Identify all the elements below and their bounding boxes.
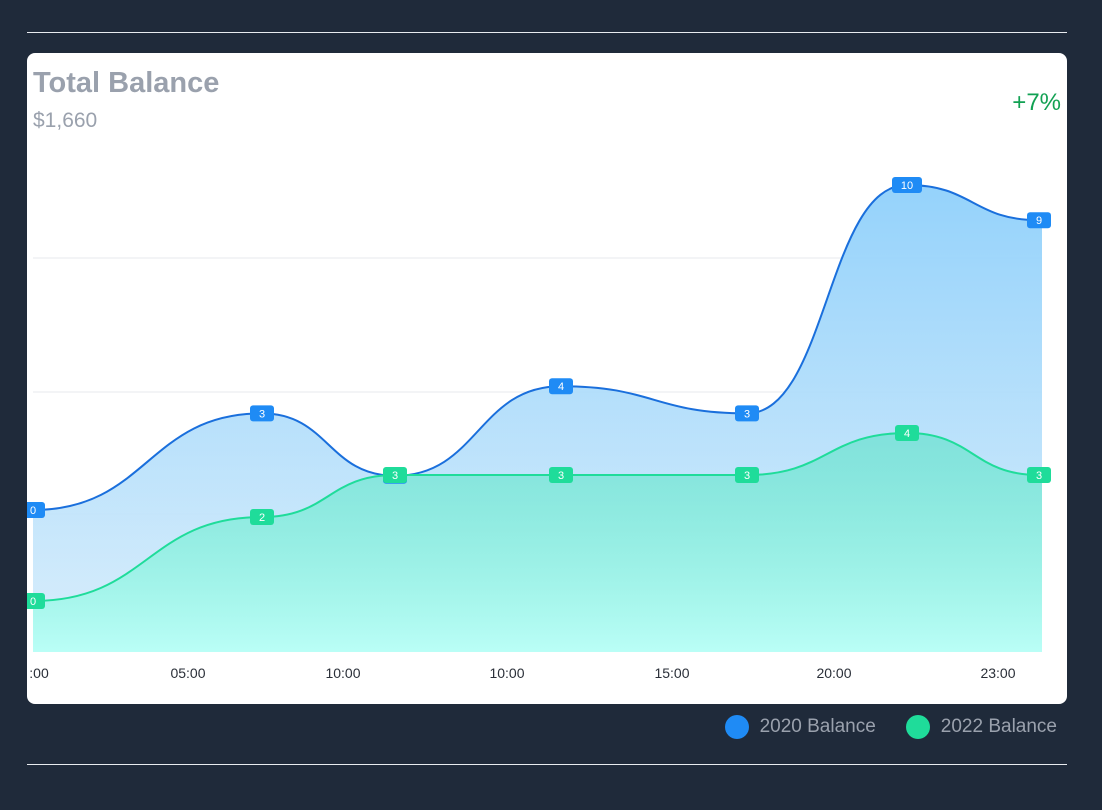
svg-text:4: 4 [558, 381, 564, 393]
data-label-series-a-1: 3 [250, 405, 274, 422]
svg-text:3: 3 [1036, 470, 1042, 482]
data-label-series-b-0: 0 [27, 593, 45, 609]
svg-text:10: 10 [901, 180, 913, 192]
svg-text:0: 0 [30, 596, 36, 608]
data-label-series-b-1: 2 [250, 509, 274, 525]
legend-label-series-a: 2020 Balance [759, 716, 876, 737]
data-label-series-a-0: 0 [27, 502, 45, 518]
x-tick-label-6: 23:00 [980, 665, 1015, 681]
x-tick-label-1: 05:00 [170, 665, 205, 681]
svg-text:0: 0 [30, 505, 36, 517]
svg-text:3: 3 [392, 470, 398, 482]
chart-legend: 2020 Balance 2022 Balance [695, 715, 1057, 739]
svg-text:3: 3 [744, 470, 750, 482]
x-tick-label-4: 15:00 [654, 665, 689, 681]
legend-swatch-series-b [905, 715, 930, 739]
top-divider [27, 32, 1067, 33]
svg-text:2: 2 [259, 512, 265, 524]
legend-swatch-series-a [724, 715, 749, 739]
x-tick-label-5: 20:00 [816, 665, 851, 681]
change-percent: +7% [1012, 89, 1061, 116]
svg-text:3: 3 [558, 470, 564, 482]
data-label-series-b-4: 3 [735, 467, 759, 483]
card-title: Total Balance [33, 67, 220, 99]
svg-text:3: 3 [259, 408, 265, 420]
data-label-series-a-5: 10 [892, 177, 922, 193]
area-chart: 031431090233343:0005:0010:0010:0015:0020… [27, 177, 1051, 681]
data-label-series-b-3: 3 [549, 467, 573, 483]
svg-text:9: 9 [1036, 215, 1042, 227]
data-label-series-b-5: 4 [895, 425, 919, 441]
data-label-series-b-2: 3 [383, 467, 407, 483]
legend-item-series-b[interactable]: 2022 Balance [905, 715, 1057, 739]
data-label-series-b-6: 3 [1027, 467, 1051, 483]
data-label-series-a-4: 3 [735, 405, 759, 422]
x-tick-label-2: 10:00 [325, 665, 360, 681]
x-tick-label-0: :00 [29, 665, 49, 681]
total-amount: $1,660 [33, 109, 98, 132]
data-label-series-a-3: 4 [549, 378, 573, 395]
svg-text:4: 4 [904, 428, 910, 440]
data-label-series-a-6: 9 [1027, 212, 1051, 229]
svg-text:3: 3 [744, 408, 750, 420]
bottom-divider [27, 764, 1067, 765]
balance-card: 031431090233343:0005:0010:0010:0015:0020… [27, 53, 1067, 704]
legend-item-series-a[interactable]: 2020 Balance [724, 715, 876, 739]
x-tick-label-3: 10:00 [489, 665, 524, 681]
legend-label-series-b: 2022 Balance [940, 716, 1057, 737]
